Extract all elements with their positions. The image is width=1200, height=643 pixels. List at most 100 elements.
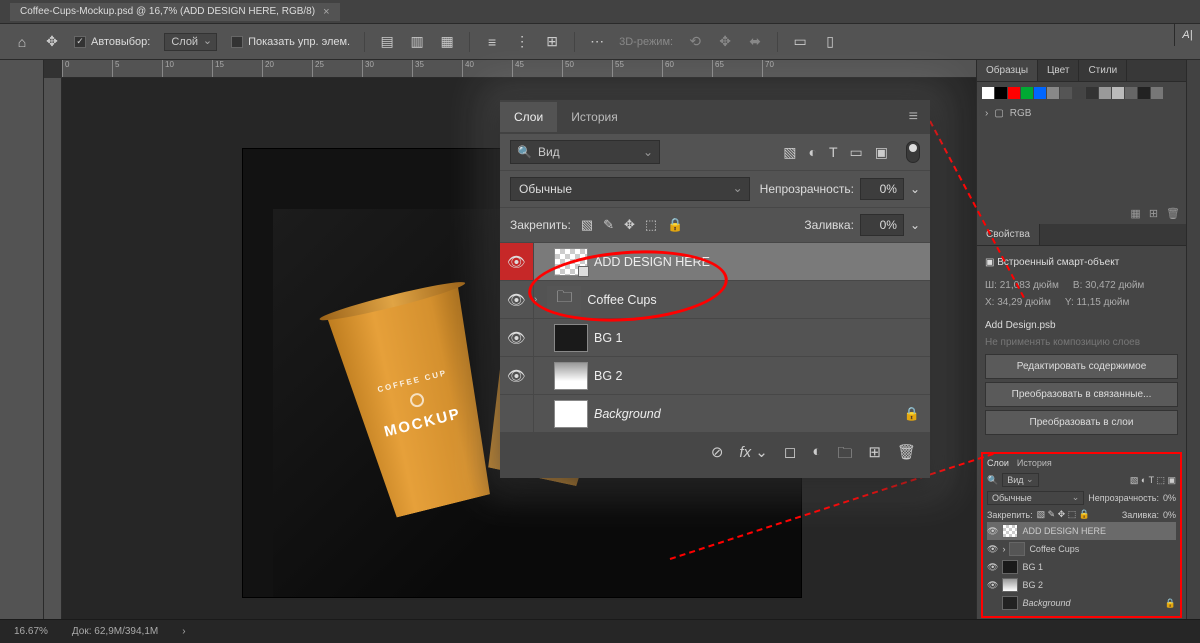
layer-row[interactable]: 👁›🗀Coffee Cups (500, 281, 930, 319)
mini-tab-layers[interactable]: Слои (987, 458, 1009, 468)
tab-properties[interactable]: Свойства (977, 224, 1040, 245)
adjustment-layer-icon[interactable]: ◐ (812, 443, 821, 468)
tab-styles[interactable]: Стили (1079, 60, 1127, 81)
filter-toggle[interactable] (906, 141, 920, 163)
chevron-down-icon[interactable]: ⌄ (910, 218, 920, 232)
layer-effects-icon[interactable]: fx ⌄ (739, 443, 767, 468)
tab-history[interactable]: История (557, 102, 632, 132)
zoom-value[interactable]: 16.67% (14, 626, 48, 637)
align-icon[interactable]: ▥ (409, 34, 425, 50)
swatch[interactable] (1060, 87, 1072, 99)
overflow-icon[interactable]: ⋯ (589, 34, 605, 50)
layer-mask-icon[interactable]: ◻ (784, 443, 796, 468)
visibility-eye-icon[interactable]: 👁 (500, 357, 534, 394)
link-layers-icon[interactable]: ⊘ (711, 443, 724, 468)
ruler-vertical[interactable] (44, 78, 62, 619)
layer-thumbnail[interactable] (554, 362, 588, 390)
toolbox[interactable] (0, 60, 44, 619)
swatch[interactable] (1008, 87, 1020, 99)
distribute-icon[interactable]: ⊞ (544, 34, 560, 50)
tab-color[interactable]: Цвет (1038, 60, 1079, 81)
folder-icon[interactable]: ▢ (994, 108, 1003, 119)
trash-icon[interactable]: 🗑 (1166, 207, 1180, 220)
filter-type-icon[interactable]: T (829, 144, 838, 160)
layer-name[interactable]: BG 2 (594, 369, 623, 383)
mini-tab-history[interactable]: История (1017, 458, 1052, 468)
eye-icon[interactable]: 👁 (987, 580, 998, 591)
artboard-icon[interactable]: ▯ (822, 34, 838, 50)
lock-transparency-icon[interactable]: ▧ (581, 217, 593, 233)
chevron-right-icon[interactable]: › (985, 108, 988, 119)
visibility-eye-icon[interactable]: 👁 (500, 319, 534, 356)
eye-icon[interactable]: 👁 (987, 562, 998, 573)
layer-row[interactable]: 👁 BG 1 (500, 319, 930, 357)
orbit-3d-icon[interactable]: ⟲ (687, 34, 703, 50)
layer-row[interactable]: 👁ADD DESIGN HERE (500, 243, 930, 281)
filter-pixel-icon[interactable]: ▧ (783, 144, 796, 161)
swatch[interactable] (1086, 87, 1098, 99)
swatch[interactable] (1151, 87, 1163, 99)
layer-row[interactable]: 👁Background🔒 (500, 395, 930, 433)
ai-badge[interactable]: A| (1174, 24, 1200, 46)
filter-smart-icon[interactable]: ▣ (875, 144, 888, 161)
eye-icon[interactable]: 👁 (987, 544, 998, 555)
chevron-right-icon[interactable]: › (182, 626, 185, 637)
auto-select-target-dropdown[interactable]: Слой (164, 33, 217, 51)
move-tool-icon[interactable]: ✥ (44, 34, 60, 50)
document-tab[interactable]: Coffee-Cups-Mockup.psd @ 16,7% (ADD DESI… (10, 3, 340, 21)
height-value[interactable]: 30,472 дюйм (1085, 280, 1144, 291)
eye-icon[interactable]: 👁 (987, 526, 998, 537)
new-layer-icon[interactable]: ⊞ (868, 443, 881, 468)
swatch[interactable] (1099, 87, 1111, 99)
rgb-folder-label[interactable]: RGB (1010, 108, 1032, 119)
y-value[interactable]: 11,15 дюйм (1077, 297, 1130, 308)
lock-artboard-icon[interactable]: ⬚ (645, 217, 657, 233)
distribute-icon[interactable]: ≡ (484, 34, 500, 50)
panel-icon[interactable]: ▦ (1130, 207, 1140, 220)
close-tab-icon[interactable]: × (323, 6, 329, 18)
layer-name[interactable]: BG 1 (594, 331, 623, 345)
show-controls-checkbox[interactable]: Показать упр. элем. (231, 36, 350, 48)
fill-value[interactable]: 0% (860, 214, 904, 236)
ruler-horizontal[interactable]: 0510152025303540455055606570 (62, 60, 976, 78)
swatch[interactable] (1021, 87, 1033, 99)
artboard-icon[interactable]: ▭ (792, 34, 808, 50)
pan-3d-icon[interactable]: ✥ (717, 34, 733, 50)
convert-to-linked-button[interactable]: Преобразовать в связанные... (985, 382, 1178, 407)
swatch[interactable] (1138, 87, 1150, 99)
chevron-right-icon[interactable]: › (534, 294, 537, 305)
width-value[interactable]: 21,083 дюйм (1000, 280, 1059, 291)
lock-all-icon[interactable]: 🔒 (667, 217, 683, 233)
lock-position-icon[interactable]: ✥ (624, 217, 635, 233)
slide-3d-icon[interactable]: ⬌ (747, 34, 763, 50)
swatch[interactable] (995, 87, 1007, 99)
x-value[interactable]: 34,29 дюйм (997, 297, 1051, 308)
swatch[interactable] (1073, 87, 1085, 99)
layer-name[interactable]: Coffee Cups (587, 293, 656, 307)
layer-thumbnail[interactable] (554, 324, 588, 352)
visibility-eye-icon[interactable]: 👁 (500, 395, 534, 432)
visibility-eye-icon[interactable]: 👁 (500, 281, 534, 318)
filter-shape-icon[interactable]: ▭ (850, 144, 863, 161)
swatch[interactable] (982, 87, 994, 99)
layer-name[interactable]: Background (594, 407, 661, 421)
align-icon[interactable]: ▤ (379, 34, 395, 50)
blend-mode-dropdown[interactable]: Обычные (510, 177, 750, 201)
chevron-down-icon[interactable]: ⌄ (910, 182, 920, 196)
home-icon[interactable]: ⌂ (14, 34, 30, 50)
delete-layer-icon[interactable]: 🗑 (897, 443, 916, 468)
swatches-grid[interactable] (977, 82, 1186, 104)
auto-select-checkbox[interactable]: ✓ Автовыбор: (74, 36, 150, 48)
layer-name[interactable]: ADD DESIGN HERE (594, 255, 710, 269)
layer-thumbnail[interactable] (554, 400, 588, 428)
opacity-value[interactable]: 0% (860, 178, 904, 200)
doc-info[interactable]: Док: 62,9M/394,1M (72, 626, 158, 637)
panel-menu-icon[interactable]: ≡ (897, 100, 930, 134)
swatch[interactable] (1112, 87, 1124, 99)
collapsed-panel-strip[interactable] (1186, 60, 1200, 619)
swatch[interactable] (1034, 87, 1046, 99)
convert-to-layers-button[interactable]: Преобразовать в слои (985, 410, 1178, 435)
align-icon[interactable]: ▦ (439, 34, 455, 50)
edit-contents-button[interactable]: Редактировать содержимое (985, 354, 1178, 379)
lock-pixel-icon[interactable]: ✎ (603, 217, 614, 233)
